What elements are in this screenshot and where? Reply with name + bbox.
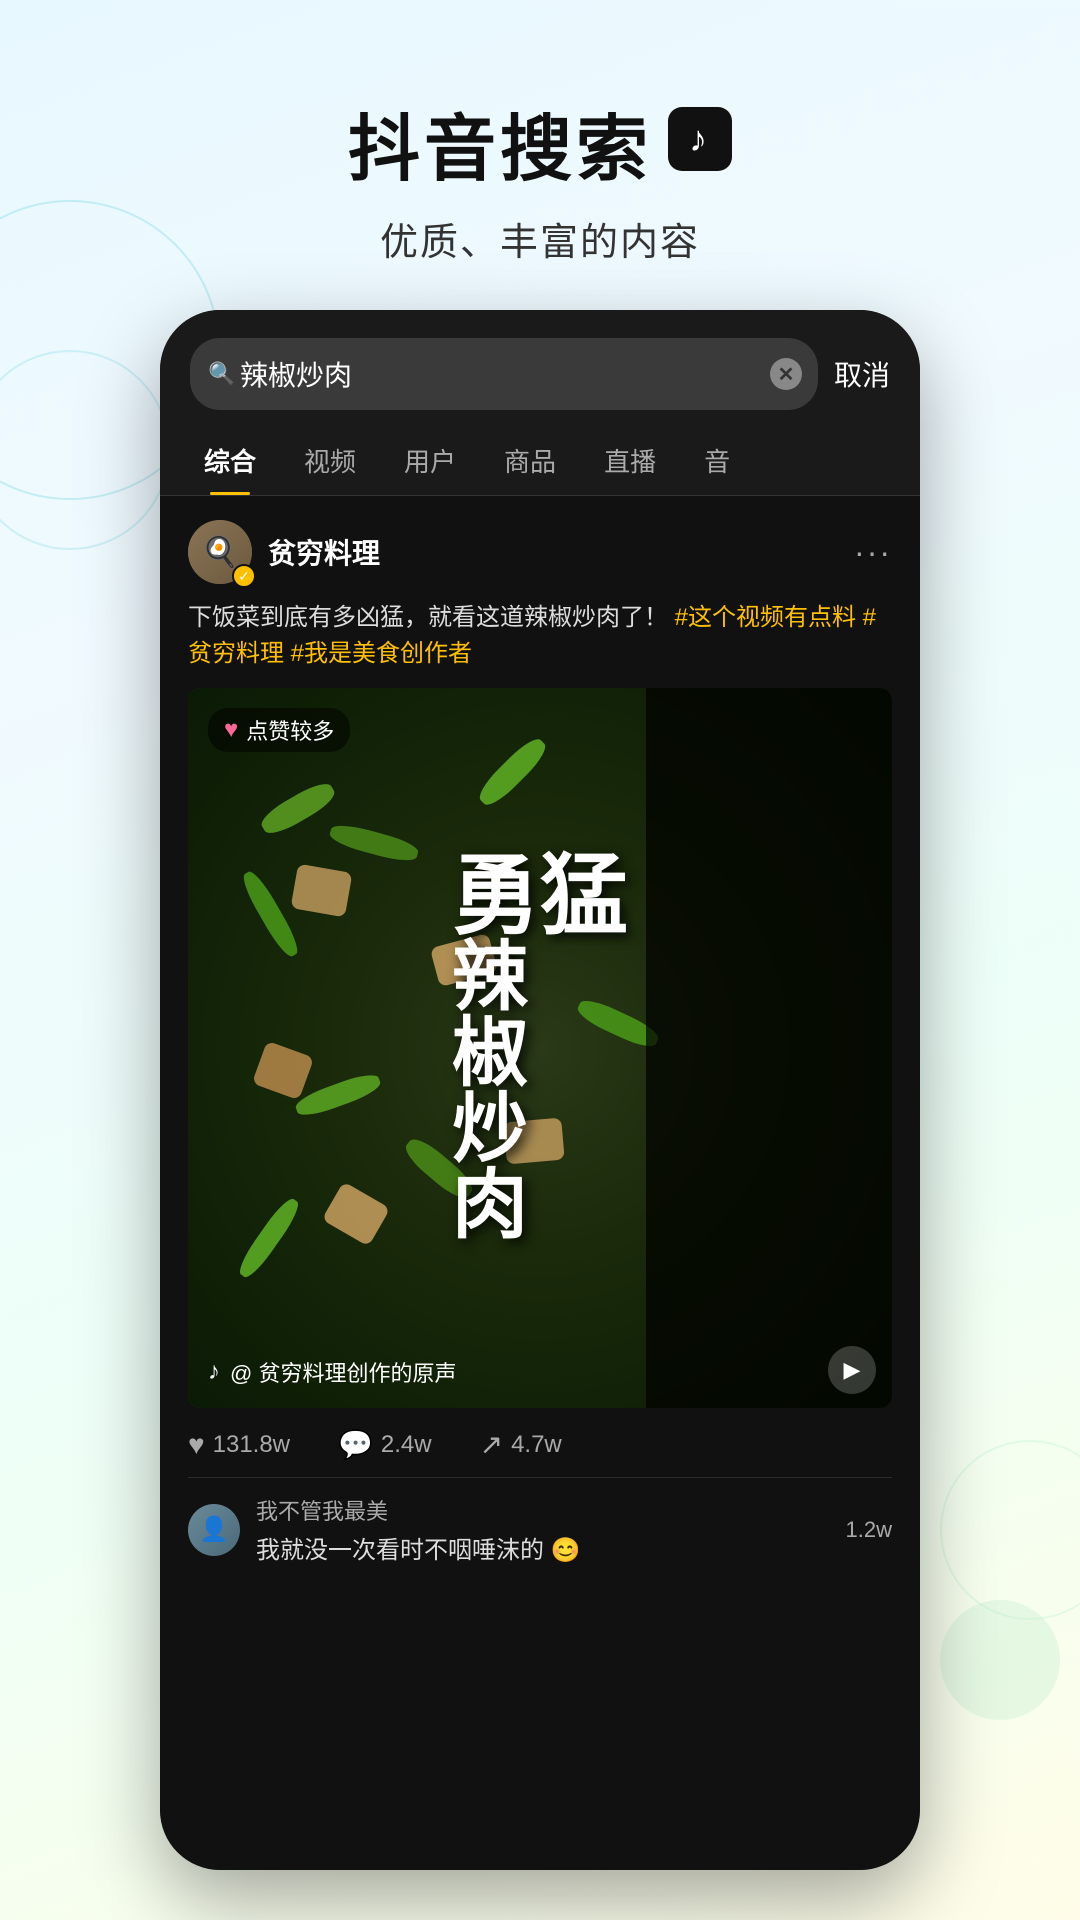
music-bar: ♪ @ 贫穷料理创作的原声 xyxy=(208,1356,832,1388)
search-icon: 🔍 xyxy=(208,361,235,387)
app-title: 抖音搜索 ♪ xyxy=(0,90,1080,195)
tab-用户[interactable]: 用户 xyxy=(380,426,480,495)
subtitle-text: 优质、丰富的内容 xyxy=(0,211,1080,266)
content-area: 🍳 ✓ 贫穷料理 ··· 下饭菜到底有多凶猛，就看这道辣椒炒肉了！ #这个视频有… xyxy=(160,496,920,1605)
phone-inner: 🔍 辣椒炒肉 ✕ 取消 综合 视频 用户 商品 直播 音 xyxy=(160,310,920,1870)
music-note-icon: ♪ xyxy=(208,1358,220,1386)
play-button[interactable]: ▶ xyxy=(828,1346,876,1394)
tab-直播[interactable]: 直播 xyxy=(580,426,680,495)
video-text-line4: 炒 xyxy=(452,1092,628,1168)
post-body: 下饭菜到底有多凶猛，就看这道辣椒炒肉了！ xyxy=(188,604,668,631)
share-icon: ↗ xyxy=(480,1428,503,1461)
shares-item[interactable]: ↗ 4.7w xyxy=(480,1428,562,1461)
video-thumbnail[interactable]: 勇猛 辣 椒 炒 肉 ♥ 点赞较多 xyxy=(188,688,892,1408)
user-avatar[interactable]: 🍳 ✓ xyxy=(188,520,252,584)
search-clear-button[interactable]: ✕ xyxy=(770,358,802,390)
user-info-row: 🍳 ✓ 贫穷料理 ··· xyxy=(188,520,892,584)
page-header: 抖音搜索 ♪ 优质、丰富的内容 xyxy=(0,0,1080,306)
liked-badge: ♥ 点赞较多 xyxy=(208,708,350,752)
tiktok-logo-symbol: ♪ xyxy=(689,118,711,160)
comment-icon: 💬 xyxy=(338,1428,373,1461)
tab-音[interactable]: 音 xyxy=(680,426,754,495)
phone-mockup: 🔍 辣椒炒肉 ✕ 取消 综合 视频 用户 商品 直播 音 xyxy=(160,310,920,1870)
video-text-overlay: 勇猛 辣 椒 炒 肉 xyxy=(188,688,892,1408)
tab-label-3: 商品 xyxy=(504,447,556,477)
bg-decoration-4 xyxy=(940,1600,1060,1720)
like-icon: ♥ xyxy=(188,1429,205,1461)
bg-decoration-3 xyxy=(940,1440,1080,1620)
search-input-box[interactable]: 🔍 辣椒炒肉 ✕ xyxy=(190,338,818,410)
interaction-bar: ♥ 131.8w 💬 2.4w ↗ 4.7w xyxy=(188,1408,892,1477)
title-text: 抖音搜索 xyxy=(348,90,652,195)
music-source-text: @ 贫穷料理创作的原声 xyxy=(230,1356,832,1388)
verified-badge: ✓ xyxy=(232,564,256,588)
video-text-line2: 辣 xyxy=(452,940,628,1016)
video-text-line1: 勇猛 xyxy=(452,852,628,940)
likes-item[interactable]: ♥ 131.8w xyxy=(188,1429,290,1461)
user-name[interactable]: 贫穷料理 xyxy=(268,532,854,572)
tab-视频[interactable]: 视频 xyxy=(280,426,380,495)
tab-label-4: 直播 xyxy=(604,447,656,477)
commenter-avatar: 👤 xyxy=(188,1504,240,1556)
tabs-container: 综合 视频 用户 商品 直播 音 xyxy=(160,426,920,496)
comment-preview: 👤 我不管我最美 我就没一次看时不咽唾沫的 😊 1.2w xyxy=(188,1477,892,1581)
comments-item[interactable]: 💬 2.4w xyxy=(338,1428,432,1461)
tab-label-5: 音 xyxy=(704,447,730,477)
video-background: 勇猛 辣 椒 炒 肉 ♥ 点赞较多 xyxy=(188,688,892,1408)
tab-label-0: 综合 xyxy=(204,447,256,477)
search-cancel-button[interactable]: 取消 xyxy=(834,354,890,394)
tab-商品[interactable]: 商品 xyxy=(480,426,580,495)
video-text-line5: 肉 xyxy=(452,1168,628,1244)
tab-综合[interactable]: 综合 xyxy=(180,426,280,495)
commenter-name: 我不管我最美 xyxy=(256,1494,830,1526)
tiktok-logo: ♪ xyxy=(668,107,732,171)
video-text-line3: 椒 xyxy=(452,1016,628,1092)
liked-badge-text: 点赞较多 xyxy=(246,714,334,746)
more-options-icon[interactable]: ··· xyxy=(854,534,892,571)
comments-count: 2.4w xyxy=(381,1431,432,1459)
comment-text: 我就没一次看时不咽唾沫的 😊 xyxy=(256,1530,830,1565)
tab-label-2: 用户 xyxy=(404,447,456,477)
likes-count: 131.8w xyxy=(213,1431,290,1459)
post-text: 下饭菜到底有多凶猛，就看这道辣椒炒肉了！ #这个视频有点料 #贫穷料理 #我是美… xyxy=(188,600,892,672)
comment-content: 我不管我最美 我就没一次看时不咽唾沫的 😊 xyxy=(256,1494,830,1565)
search-query-text: 辣椒炒肉 xyxy=(240,354,768,394)
tab-label-1: 视频 xyxy=(304,447,356,477)
shares-count: 4.7w xyxy=(511,1431,562,1459)
search-bar-container: 🔍 辣椒炒肉 ✕ 取消 xyxy=(160,310,920,426)
comment-likes-count: 1.2w xyxy=(846,1517,892,1543)
